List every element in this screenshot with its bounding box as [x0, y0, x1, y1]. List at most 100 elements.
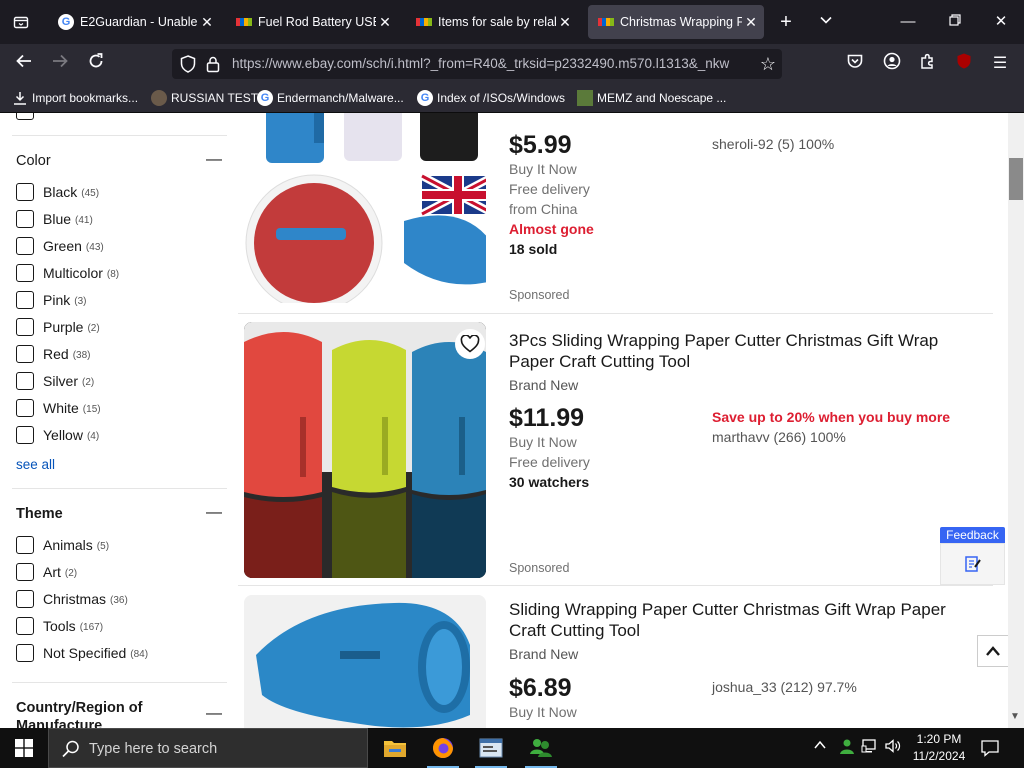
bookmark-star-icon[interactable]: ☆ — [760, 53, 776, 75]
bookmark-item[interactable]: MEMZ and Noescape ... — [577, 90, 726, 106]
network-users-icon[interactable] — [517, 728, 565, 768]
facet-checkbox-item[interactable]: Green (43) — [16, 236, 104, 256]
collapse-icon[interactable]: — — [206, 504, 222, 522]
tracking-shield-icon[interactable] — [180, 55, 196, 73]
notification-icon[interactable] — [980, 738, 1000, 763]
facet-checkbox-item[interactable]: Purple (2) — [16, 317, 100, 337]
network-icon[interactable] — [861, 737, 879, 760]
checkbox[interactable] — [16, 563, 34, 581]
bookmark-item[interactable]: Index of /ISOs/Windows — [417, 90, 565, 106]
facet-checkbox-item[interactable]: White (15) — [16, 398, 101, 418]
pocket-icon[interactable] — [843, 52, 867, 76]
feedback-button[interactable]: Feedback — [940, 527, 1005, 585]
system-clock[interactable]: 1:20 PM 11/2/2024 — [910, 731, 968, 765]
checkbox[interactable] — [16, 113, 34, 120]
back-arrow-icon[interactable] — [12, 52, 36, 76]
url-text[interactable]: https://www.ebay.com/sch/i.html?_from=R4… — [232, 56, 747, 71]
checkbox[interactable] — [16, 372, 34, 390]
facet-title-theme[interactable]: Theme — [16, 506, 63, 522]
facet-checkbox-item[interactable]: Red (38) — [16, 344, 90, 364]
facet-title-color[interactable]: Color — [16, 153, 51, 169]
product-image[interactable] — [244, 322, 486, 578]
facet-label: Pink — [43, 292, 71, 308]
facet-checkbox-item[interactable] — [16, 113, 43, 121]
reload-icon[interactable] — [84, 52, 108, 76]
minimize-icon[interactable]: — — [896, 11, 920, 33]
collapse-icon[interactable]: — — [206, 151, 222, 169]
checkbox[interactable] — [16, 210, 34, 228]
facet-checkbox-item[interactable]: Tools (167) — [16, 616, 103, 636]
product-image[interactable] — [244, 113, 486, 303]
new-tab-icon[interactable]: + — [776, 11, 796, 33]
facet-checkbox-item[interactable]: Blue (41) — [16, 209, 93, 229]
facet-checkbox-item[interactable]: Animals (5) — [16, 535, 109, 555]
bookmark-item[interactable]: Endermanch/Malware... — [257, 90, 404, 106]
chevron-down-icon[interactable] — [816, 11, 836, 33]
file-explorer-icon[interactable] — [371, 728, 419, 768]
checkbox[interactable] — [16, 590, 34, 608]
facet-title-country[interactable]: Country/Region of Manufacture — [16, 699, 196, 728]
checkbox[interactable] — [16, 426, 34, 444]
checkbox[interactable] — [16, 536, 34, 554]
close-tab-icon[interactable]: ✕ — [376, 14, 394, 31]
close-tab-icon[interactable]: ✕ — [556, 14, 574, 31]
listing-title-link[interactable]: 3Pcs Sliding Wrapping Paper Cutter Chris… — [509, 330, 979, 372]
page-scrollbar[interactable] — [1008, 113, 1024, 728]
checkbox[interactable] — [16, 644, 34, 662]
restore-icon[interactable] — [943, 11, 967, 33]
checkbox[interactable] — [16, 237, 34, 255]
show-hidden-icons-chevron[interactable] — [814, 738, 826, 753]
browser-tab[interactable]: Fuel Rod Battery USB-C ✕ — [226, 5, 398, 39]
close-window-icon[interactable]: ✕ — [989, 11, 1013, 33]
url-bar[interactable]: https://www.ebay.com/sch/i.html?_from=R4… — [172, 49, 782, 79]
account-icon[interactable] — [880, 52, 904, 76]
browser-tab[interactable]: Items for sale by relab4 ✕ — [406, 5, 578, 39]
ublock-icon[interactable] — [952, 52, 976, 76]
facet-checkbox-item[interactable]: Yellow (4) — [16, 425, 99, 445]
listing-title-link[interactable]: Sliding Wrapping Paper Cutter Christmas … — [509, 599, 979, 641]
forward-arrow-icon[interactable] — [48, 52, 72, 76]
firefox-icon[interactable] — [419, 728, 467, 768]
bookmark-item[interactable]: Import bookmarks... — [12, 90, 138, 106]
listing-card[interactable]: $5.99 Buy It Now Free delivery from Chin… — [238, 113, 993, 311]
close-tab-icon[interactable]: ✕ — [742, 14, 760, 31]
checkbox[interactable] — [16, 617, 34, 635]
listing-card[interactable]: Sliding Wrapping Paper Cutter Christmas … — [238, 591, 993, 728]
checkbox[interactable] — [16, 291, 34, 309]
extensions-icon[interactable] — [916, 52, 940, 76]
facet-checkbox-item[interactable]: Black (45) — [16, 182, 99, 202]
collapse-icon[interactable]: — — [206, 705, 222, 723]
facet-checkbox-item[interactable]: Art (2) — [16, 562, 77, 582]
hamburger-menu-icon[interactable]: ☰ — [988, 52, 1012, 76]
close-tab-icon[interactable]: ✕ — [198, 14, 216, 31]
app-window-icon[interactable] — [467, 728, 515, 768]
see-all-link[interactable]: see all — [16, 457, 55, 472]
windows-start-icon[interactable] — [0, 728, 48, 768]
facet-checkbox-item[interactable]: Multicolor (8) — [16, 263, 119, 283]
lock-icon[interactable] — [206, 55, 220, 73]
browser-tab[interactable]: E2Guardian - Unable to ✕ — [48, 5, 220, 39]
scroll-down-arrow-icon[interactable]: ▼ — [1010, 711, 1020, 722]
bookmark-item[interactable]: RUSSIAN TEST — [151, 90, 258, 106]
product-image[interactable] — [244, 595, 486, 728]
taskbar-search-box[interactable]: Type here to search — [48, 728, 368, 768]
back-to-top-button[interactable] — [977, 635, 1009, 667]
checkbox[interactable] — [16, 264, 34, 282]
scrollbar-thumb[interactable] — [1009, 158, 1023, 200]
tab-list-icon[interactable] — [8, 9, 34, 35]
listing-card[interactable]: 3Pcs Sliding Wrapping Paper Cutter Chris… — [238, 318, 993, 582]
bookmark-label: MEMZ and Noescape ... — [597, 91, 727, 105]
checkbox[interactable] — [16, 399, 34, 417]
browser-tab-active[interactable]: Christmas Wrapping Pa ✕ — [588, 5, 764, 39]
user-tray-icon[interactable] — [838, 737, 856, 760]
facet-label: Red — [43, 346, 69, 362]
checkbox[interactable] — [16, 345, 34, 363]
watch-heart-button[interactable] — [455, 329, 485, 359]
facet-checkbox-item[interactable]: Christmas (36) — [16, 589, 128, 609]
facet-checkbox-item[interactable]: Not Specified (84) — [16, 643, 148, 663]
volume-icon[interactable] — [884, 737, 902, 760]
checkbox[interactable] — [16, 183, 34, 201]
facet-checkbox-item[interactable]: Silver (2) — [16, 371, 94, 391]
checkbox[interactable] — [16, 318, 34, 336]
facet-checkbox-item[interactable]: Pink (3) — [16, 290, 86, 310]
